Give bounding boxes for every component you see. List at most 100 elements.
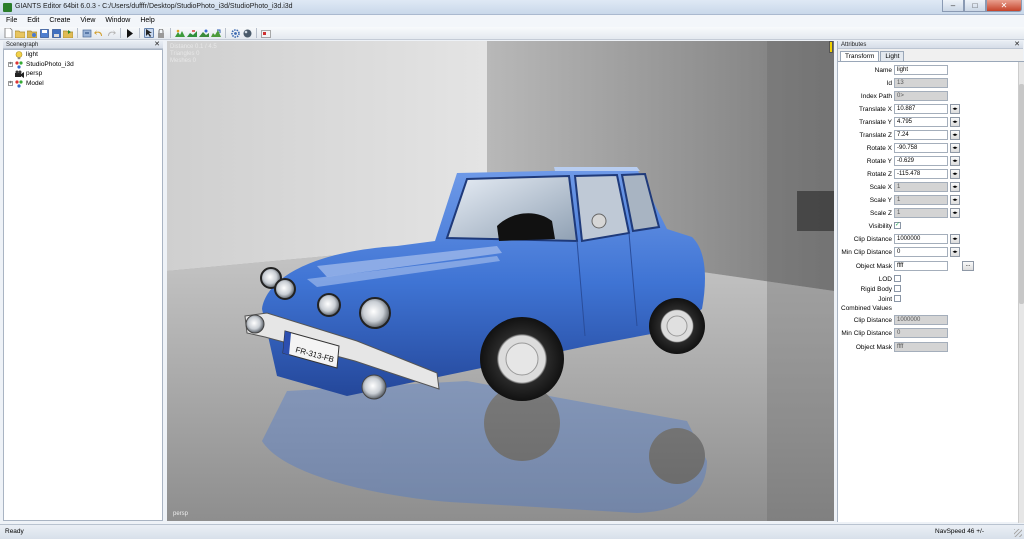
field-label: Scale Y xyxy=(869,197,892,204)
settings-gear-icon[interactable] xyxy=(230,28,240,38)
scenegraph-tree[interactable]: light + StudioPhoto_i3d persp + Model xyxy=(3,49,163,521)
joint-checkbox[interactable] xyxy=(894,295,901,302)
tree-item-persp[interactable]: persp xyxy=(4,69,162,79)
maximize-button[interactable]: □ xyxy=(964,0,986,12)
attributes-tabs: Transform Light xyxy=(840,51,905,61)
translate-y-input[interactable]: 4.795 xyxy=(894,117,948,127)
clip-distance-input[interactable]: 1000000 xyxy=(894,234,948,244)
min-clip-distance-input[interactable]: 0 xyxy=(894,247,948,257)
field-label: Scale Z xyxy=(869,210,892,217)
select-tool-icon[interactable] xyxy=(144,28,154,38)
tree-expand-toggle[interactable]: + xyxy=(8,80,13,86)
move-tool-icon[interactable] xyxy=(175,28,185,38)
field-label: Clip Distance xyxy=(853,236,892,243)
tree-item-label: StudioPhoto_i3d xyxy=(26,60,74,68)
material-icon[interactable] xyxy=(242,28,252,38)
menu-edit[interactable]: Edit xyxy=(27,15,39,27)
tab-transform[interactable]: Transform xyxy=(840,51,880,61)
scale-x-spin-button[interactable]: ◂▸ xyxy=(950,182,960,192)
open-recent-icon[interactable] xyxy=(27,28,37,38)
toolbar-separator xyxy=(170,28,171,38)
rotate-x-spin-button[interactable]: ◂▸ xyxy=(950,143,960,153)
rotate-tool-icon[interactable] xyxy=(187,28,197,38)
panel-splitter-handle[interactable] xyxy=(829,41,833,53)
field-label: Clip Distance xyxy=(853,317,892,324)
lock-icon[interactable] xyxy=(156,28,166,38)
menu-view[interactable]: View xyxy=(80,15,95,27)
lod-checkbox[interactable] xyxy=(894,275,901,282)
tree-expand-toggle[interactable]: + xyxy=(8,61,13,67)
rotate-x-input[interactable]: -90.758 xyxy=(894,143,948,153)
3d-viewport[interactable]: FR-313-FB Distance 0.1 / 4.5 Triangles 0… xyxy=(167,41,834,521)
translate-z-spin-button[interactable]: ◂▸ xyxy=(950,130,960,140)
rotate-z-spin-button[interactable]: ◂▸ xyxy=(950,169,960,179)
render-icon[interactable] xyxy=(261,28,271,38)
tree-item-studiophoto[interactable]: + StudioPhoto_i3d xyxy=(4,60,162,70)
menu-create[interactable]: Create xyxy=(49,15,70,27)
tree-item-model[interactable]: + Model xyxy=(4,79,162,89)
attributes-close-button[interactable]: ✕ xyxy=(1014,41,1020,49)
resize-grip[interactable] xyxy=(1014,529,1022,537)
terrain-tool-icon[interactable] xyxy=(211,28,221,38)
combined-values-heading: Combined Values xyxy=(841,305,892,312)
close-window-button[interactable]: ✕ xyxy=(986,0,1022,12)
visibility-checkbox[interactable]: ✓ xyxy=(894,222,901,229)
menu-window[interactable]: Window xyxy=(105,15,130,27)
rotate-z-input[interactable]: -115.478 xyxy=(894,169,948,179)
field-id: Id 13 xyxy=(838,78,1018,89)
new-file-icon[interactable] xyxy=(3,28,13,38)
menu-file[interactable]: File xyxy=(6,15,17,27)
menu-help[interactable]: Help xyxy=(140,15,154,27)
scale-x-input[interactable]: 1 xyxy=(894,182,948,192)
translate-z-input[interactable]: 7.24 xyxy=(894,130,948,140)
min-clip-distance-spin-button[interactable]: ◂▸ xyxy=(950,247,960,257)
field-label: Name xyxy=(874,67,892,74)
play-icon[interactable] xyxy=(125,28,135,38)
tree-item-label: persp xyxy=(26,70,43,77)
field-label: Rotate Z xyxy=(867,171,892,178)
attributes-scrollbar[interactable] xyxy=(1018,62,1024,523)
rigid-body-checkbox[interactable] xyxy=(894,285,901,292)
stat-line: Triangles 0 xyxy=(170,51,200,57)
tree-item-label: Model xyxy=(26,79,44,87)
field-index-path: Index Path 0> xyxy=(838,91,1018,102)
translate-x-spin-button[interactable]: ◂▸ xyxy=(950,104,960,114)
camera-icon xyxy=(15,70,24,78)
export-icon[interactable] xyxy=(63,28,73,38)
redo-icon[interactable] xyxy=(106,28,116,38)
tree-item-light[interactable]: light xyxy=(4,50,162,60)
undo-icon[interactable] xyxy=(94,28,104,38)
field-label: Translate Y xyxy=(859,119,892,126)
attributes-panel: Attributes ✕ Transform Light Name light … xyxy=(837,41,1024,523)
object-mask-browse-button[interactable]: ... xyxy=(962,261,974,271)
clip-distance-spin-button[interactable]: ◂▸ xyxy=(950,234,960,244)
translate-x-input[interactable]: 10.887 xyxy=(894,104,948,114)
save-as-icon[interactable] xyxy=(51,28,61,38)
save-icon[interactable] xyxy=(39,28,49,38)
minimize-button[interactable]: – xyxy=(942,0,964,12)
field-label: Scale X xyxy=(869,184,892,191)
tab-light[interactable]: Light xyxy=(880,51,905,61)
scale-tool-icon[interactable] xyxy=(199,28,209,38)
import-icon[interactable] xyxy=(82,28,92,38)
rotate-y-spin-button[interactable]: ◂▸ xyxy=(950,156,960,166)
scale-z-input[interactable]: 1 xyxy=(894,208,948,218)
scale-y-spin-button[interactable]: ◂▸ xyxy=(950,195,960,205)
field-label: Object Mask xyxy=(855,344,892,351)
scenegraph-close-button[interactable]: ✕ xyxy=(154,41,160,49)
field-scale-x: Scale X 1 ◂▸ xyxy=(838,182,1018,193)
stat-line: Meshes 0 xyxy=(170,58,197,64)
scrollbar-thumb[interactable] xyxy=(1019,84,1024,304)
name-input[interactable]: light xyxy=(894,65,948,75)
object-mask-input[interactable]: ffff xyxy=(894,261,948,271)
viewport-render: FR-313-FB xyxy=(167,41,834,521)
field-name: Name light xyxy=(838,65,1018,76)
field-rotate-z: Rotate Z -115.478 ◂▸ xyxy=(838,169,1018,180)
attributes-header: Attributes ✕ xyxy=(838,41,1023,49)
scale-y-input[interactable]: 1 xyxy=(894,195,948,205)
scale-z-spin-button[interactable]: ◂▸ xyxy=(950,208,960,218)
open-folder-icon[interactable] xyxy=(15,28,25,38)
rotate-y-input[interactable]: -0.629 xyxy=(894,156,948,166)
translate-y-spin-button[interactable]: ◂▸ xyxy=(950,117,960,127)
field-rotate-x: Rotate X -90.758 ◂▸ xyxy=(838,143,1018,154)
